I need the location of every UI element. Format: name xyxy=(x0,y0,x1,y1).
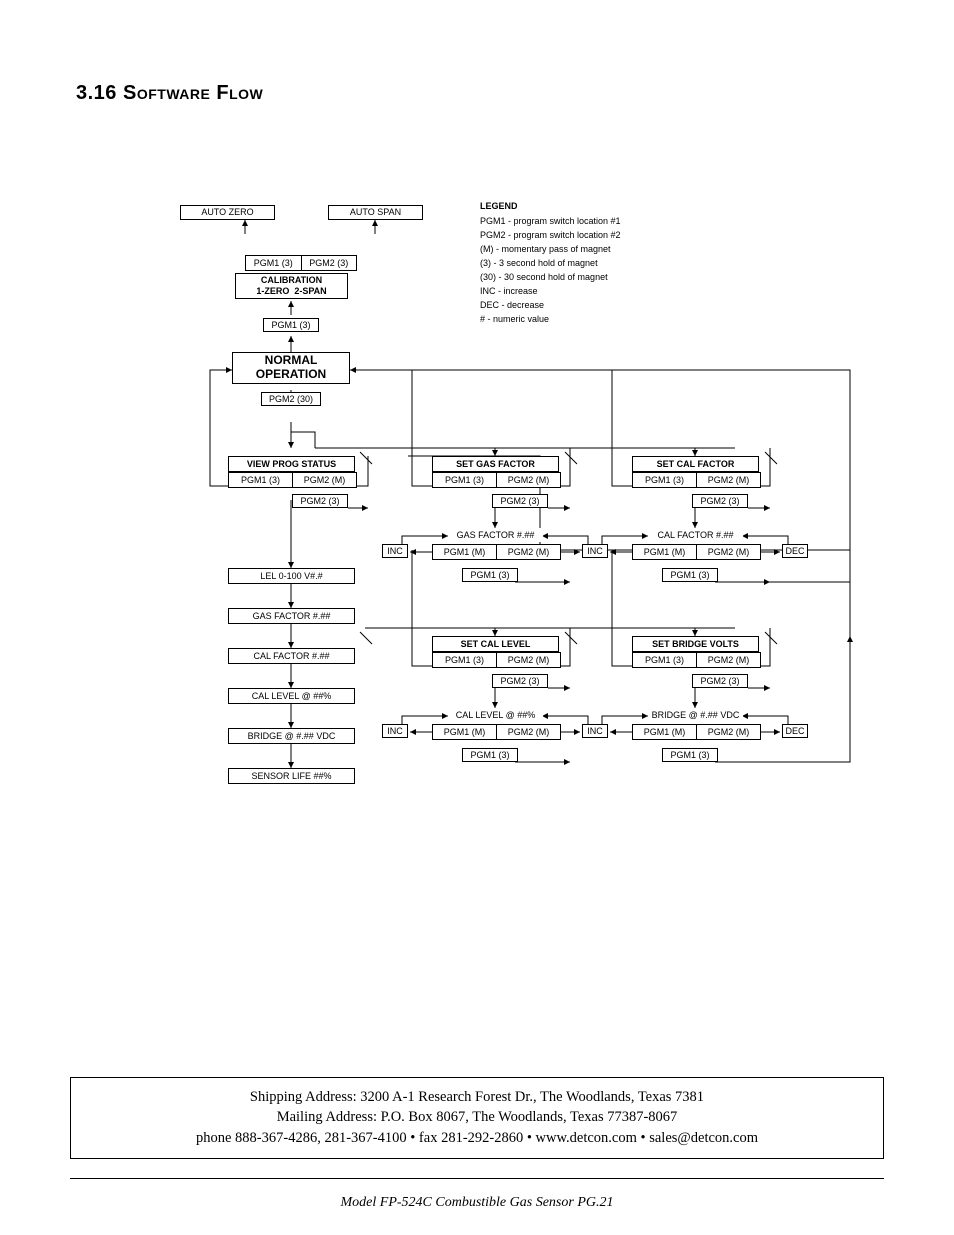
view-prog-pgm1: PGM1 (3) xyxy=(229,473,293,487)
set-gas-value: GAS FACTOR #.## xyxy=(448,528,543,542)
inc-box: INC xyxy=(382,724,408,738)
set-gas-pgm2-3: PGM2 (3) xyxy=(492,494,548,508)
set-calf-row1: PGM1 (3) PGM2 (M) xyxy=(632,472,761,488)
legend-item: (M) - momentary pass of magnet xyxy=(480,243,621,257)
normal-down-pgm2: PGM2 (30) xyxy=(261,392,321,406)
view-prog-pgmrow: PGM1 (3) PGM2 (M) xyxy=(228,472,357,488)
set-gas-pgm1m: PGM1 (M) xyxy=(433,545,497,559)
set-calf-pgm1m: PGM1 (M) xyxy=(633,545,697,559)
set-cl-pgm1-3: PGM1 (3) xyxy=(462,748,518,762)
contact-box: Shipping Address: 3200 A-1 Research Fore… xyxy=(70,1077,884,1159)
set-gas-row2: PGM1 (M) PGM2 (M) xyxy=(432,544,561,560)
vp-row: BRIDGE @ #.## VDC xyxy=(228,728,355,744)
vp-row: GAS FACTOR #.## xyxy=(228,608,355,624)
set-calf-pgm1: PGM1 (3) xyxy=(633,473,697,487)
auto-zero-box: AUTO ZERO xyxy=(180,205,275,220)
set-bv-title: SET BRIDGE VOLTS xyxy=(632,636,759,652)
set-cl-value: CAL LEVEL @ ##% xyxy=(448,708,543,722)
legend: LEGEND PGM1 - program switch location #1… xyxy=(480,200,621,326)
inc-box: INC xyxy=(582,724,608,738)
set-bv-pgm2-3: PGM2 (3) xyxy=(692,674,748,688)
contact-line: phone 888-367-4286, 281-367-4100 • fax 2… xyxy=(79,1128,875,1148)
set-gas-pgm2m: PGM2 (M) xyxy=(497,473,560,487)
set-bv-pgm1: PGM1 (3) xyxy=(633,653,697,667)
set-gas-pgm2m2: PGM2 (M) xyxy=(497,545,560,559)
vp-row: LEL 0-100 V#.# xyxy=(228,568,355,584)
legend-item: (3) - 3 second hold of magnet xyxy=(480,257,621,271)
set-gas-row1: PGM1 (3) PGM2 (M) xyxy=(432,472,561,488)
set-cl-pgm1: PGM1 (3) xyxy=(433,653,497,667)
cal-pgm1: PGM1 (3) xyxy=(246,256,302,270)
normal-operation-box: NORMAL OPERATION xyxy=(232,352,350,384)
set-cl-pgm2m2: PGM2 (M) xyxy=(497,725,560,739)
cal-pgm-row: PGM1 (3) PGM2 (3) xyxy=(245,255,357,271)
view-prog-title: VIEW PROG STATUS xyxy=(228,456,355,472)
page-footer: Model FP-524C Combustible Gas Sensor PG.… xyxy=(0,1195,954,1211)
dec-box: DEC xyxy=(782,724,808,738)
set-calf-pgm2-3: PGM2 (3) xyxy=(692,494,748,508)
set-bv-pgm1m: PGM1 (M) xyxy=(633,725,697,739)
set-bv-row2: PGM1 (M) PGM2 (M) xyxy=(632,724,761,740)
legend-item: (30) - 30 second hold of magnet xyxy=(480,271,621,285)
set-bv-pgm1-3: PGM1 (3) xyxy=(662,748,718,762)
set-gas-title: SET GAS FACTOR xyxy=(432,456,559,472)
set-calf-row2: PGM1 (M) PGM2 (M) xyxy=(632,544,761,560)
inc-box: INC xyxy=(382,544,408,558)
set-gas-pgm1-3: PGM1 (3) xyxy=(462,568,518,582)
set-bv-row1: PGM1 (3) PGM2 (M) xyxy=(632,652,761,668)
vp-row: CAL LEVEL @ ##% xyxy=(228,688,355,704)
cal-pgm2: PGM2 (3) xyxy=(302,256,357,270)
set-calf-value: CAL FACTOR #.## xyxy=(648,528,743,542)
legend-item: PGM1 - program switch location #1 xyxy=(480,215,621,229)
set-cl-pgm2m: PGM2 (M) xyxy=(497,653,560,667)
software-flow-diagram: LEGEND PGM1 - program switch location #1… xyxy=(150,200,870,820)
auto-span-box: AUTO SPAN xyxy=(328,205,423,220)
view-prog-pgm2-3: PGM2 (3) xyxy=(292,494,348,508)
cal-up-pgm1: PGM1 (3) xyxy=(263,318,319,332)
set-bv-pgm2m2: PGM2 (M) xyxy=(697,725,760,739)
legend-item: # - numeric value xyxy=(480,313,621,327)
vp-row: CAL FACTOR #.## xyxy=(228,648,355,664)
set-cl-pgm2-3: PGM2 (3) xyxy=(492,674,548,688)
dec-box: DEC xyxy=(782,544,808,558)
legend-item: INC - increase xyxy=(480,285,621,299)
set-cl-pgm1m: PGM1 (M) xyxy=(433,725,497,739)
set-calf-title: SET CAL FACTOR xyxy=(632,456,759,472)
inc-box: INC xyxy=(582,544,608,558)
set-calf-pgm2m2: PGM2 (M) xyxy=(697,545,760,559)
calibration-box: CALIBRATION 1-ZERO 2-SPAN xyxy=(235,273,348,299)
set-bv-value: BRIDGE @ #.## VDC xyxy=(648,708,743,722)
set-cl-row1: PGM1 (3) PGM2 (M) xyxy=(432,652,561,668)
legend-item: PGM2 - program switch location #2 xyxy=(480,229,621,243)
set-cl-row2: PGM1 (M) PGM2 (M) xyxy=(432,724,561,740)
set-cl-title: SET CAL LEVEL xyxy=(432,636,559,652)
contact-line: Shipping Address: 3200 A-1 Research Fore… xyxy=(79,1087,875,1107)
section-title: 3.16 Software Flow xyxy=(76,82,263,105)
divider xyxy=(70,1178,884,1179)
contact-line: Mailing Address: P.O. Box 8067, The Wood… xyxy=(79,1107,875,1127)
legend-item: DEC - decrease xyxy=(480,299,621,313)
set-calf-pgm1-3: PGM1 (3) xyxy=(662,568,718,582)
view-prog-pgm2m: PGM2 (M) xyxy=(293,473,356,487)
set-calf-pgm2m: PGM2 (M) xyxy=(697,473,760,487)
vp-row: SENSOR LIFE ##% xyxy=(228,768,355,784)
legend-heading: LEGEND xyxy=(480,200,621,214)
set-bv-pgm2m: PGM2 (M) xyxy=(697,653,760,667)
set-gas-pgm1: PGM1 (3) xyxy=(433,473,497,487)
